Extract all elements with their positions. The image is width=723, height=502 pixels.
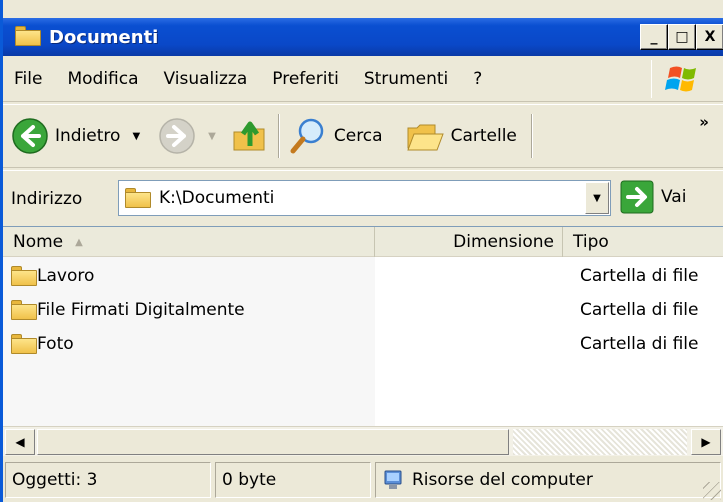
status-objects: Oggetti: 3 <box>5 462 211 498</box>
folder-icon <box>11 300 37 320</box>
status-bar: Oggetti: 3 0 byte Risorse del computer <box>3 458 723 502</box>
list-body: Lavoro Cartella di file File Firmati Dig… <box>3 257 723 427</box>
item-type: Cartella di file <box>580 266 699 286</box>
address-dropdown-icon[interactable]: ▼ <box>585 182 609 214</box>
status-size-text: 0 byte <box>222 470 277 490</box>
item-name: Lavoro <box>37 266 95 286</box>
address-input[interactable]: K:\Documenti ▼ <box>118 180 611 216</box>
back-arrow-icon <box>12 118 48 154</box>
address-label: Indirizzo <box>11 188 83 209</box>
status-location-text: Risorse del computer <box>412 470 593 490</box>
window-title: Documenti <box>49 26 159 48</box>
item-type: Cartella di file <box>580 334 699 354</box>
back-dropdown-icon[interactable]: ▼ <box>132 131 140 142</box>
menu-preferiti[interactable]: Preferiti <box>260 69 352 89</box>
list-item[interactable]: Lavoro Cartella di file <box>3 261 723 291</box>
close-button[interactable]: X <box>696 24 723 50</box>
toolbar-separator <box>530 114 533 158</box>
column-type-label: Tipo <box>573 232 609 252</box>
search-label: Cerca <box>333 126 383 146</box>
menu-help[interactable]: ? <box>461 69 495 89</box>
list-item[interactable]: File Firmati Digitalmente Cartella di fi… <box>3 295 723 325</box>
column-size[interactable]: Dimensione <box>375 227 563 257</box>
file-list[interactable]: Nome ▲ Dimensione Tipo Lavoro Cartella d… <box>3 226 723 427</box>
menu-visualizza[interactable]: Visualizza <box>152 69 261 89</box>
scroll-left-button[interactable]: ◀ <box>5 429 35 455</box>
horizontal-scrollbar[interactable]: ◀ ▶ <box>3 426 723 456</box>
computer-icon <box>384 470 402 489</box>
search-icon <box>290 118 324 154</box>
go-arrow-icon <box>620 180 654 214</box>
column-size-label: Dimensione <box>453 232 554 252</box>
item-name: Foto <box>37 334 74 354</box>
list-item[interactable]: Foto Cartella di file <box>3 329 723 359</box>
back-label: Indietro <box>55 126 121 146</box>
go-label: Vai <box>661 187 687 207</box>
scroll-thumb[interactable] <box>37 429 509 455</box>
sort-ascending-icon: ▲ <box>75 236 83 248</box>
windows-logo-icon <box>651 60 713 98</box>
toolbar: Indietro ▼ ▼ Cerca Cartelle » <box>3 104 723 168</box>
menu-file[interactable]: File <box>3 69 55 89</box>
folder-icon <box>125 188 151 208</box>
up-folder-icon <box>233 121 265 151</box>
scroll-right-button[interactable]: ▶ <box>691 429 721 455</box>
folders-button[interactable]: Cartelle <box>405 112 517 160</box>
folder-icon <box>11 266 37 286</box>
status-location: Risorse del computer <box>375 462 721 498</box>
folders-label: Cartelle <box>450 126 517 146</box>
column-name[interactable]: Nome ▲ <box>3 227 375 257</box>
up-folder-button[interactable] <box>230 112 270 160</box>
minimize-button[interactable]: _ <box>640 24 668 50</box>
title-bar[interactable]: Documenti _ □ X <box>3 18 723 56</box>
explorer-window: Documenti _ □ X File Modifica Visualizza… <box>0 0 723 502</box>
menu-modifica[interactable]: Modifica <box>55 69 151 89</box>
address-bar: Indirizzo K:\Documenti ▼ Vai <box>3 170 723 226</box>
menu-bar: File Modifica Visualizza Preferiti Strum… <box>3 56 723 102</box>
scroll-track[interactable] <box>513 429 687 455</box>
search-button[interactable]: Cerca <box>288 112 383 160</box>
column-name-label: Nome <box>13 232 64 252</box>
maximize-button[interactable]: □ <box>668 24 696 50</box>
folder-icon <box>11 334 37 354</box>
forward-button[interactable]: ▼ <box>158 112 216 160</box>
toolbar-chevron-icon[interactable]: » <box>699 113 709 131</box>
folder-icon <box>15 26 41 48</box>
window-controls: _ □ X <box>640 24 723 50</box>
forward-arrow-icon <box>159 118 195 154</box>
resize-grip-icon[interactable] <box>703 482 721 500</box>
menu-strumenti[interactable]: Strumenti <box>352 69 461 89</box>
back-button[interactable]: Indietro ▼ <box>11 112 140 160</box>
forward-dropdown-icon[interactable]: ▼ <box>208 131 216 142</box>
toolbar-separator <box>277 114 280 158</box>
item-type: Cartella di file <box>580 300 699 320</box>
status-objects-text: Oggetti: 3 <box>12 470 98 490</box>
folders-icon <box>406 124 444 151</box>
go-button[interactable]: Vai <box>619 179 686 215</box>
item-name: File Firmati Digitalmente <box>37 300 245 320</box>
address-value: K:\Documenti <box>159 188 275 208</box>
status-size: 0 byte <box>215 462 371 498</box>
list-header: Nome ▲ Dimensione Tipo <box>3 227 723 257</box>
column-type[interactable]: Tipo <box>563 227 723 257</box>
